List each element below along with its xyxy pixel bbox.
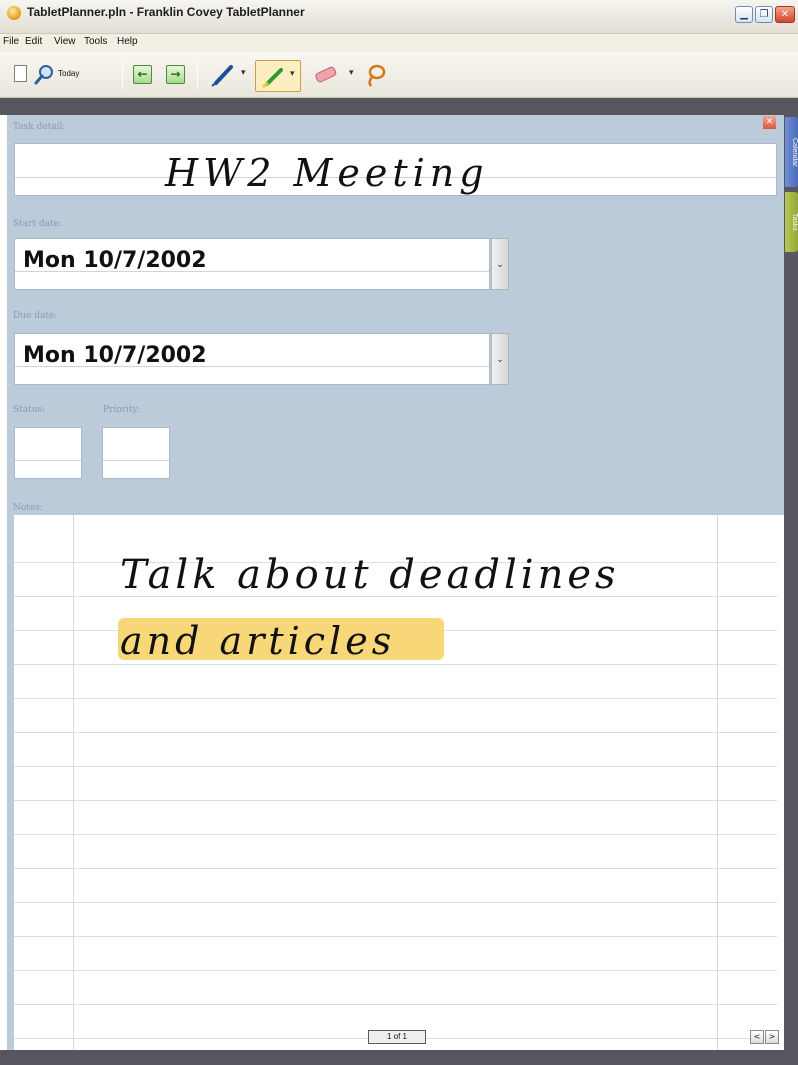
app-icon	[7, 6, 21, 20]
toolbar: Today ← → ▾ ▾ ▾	[0, 52, 798, 98]
start-date-label: Start date:	[13, 219, 63, 229]
previous-button[interactable]: ←	[133, 65, 152, 84]
task-detail-ink-text: HW2 Meeting	[164, 151, 489, 195]
new-page-icon[interactable]	[14, 65, 27, 82]
toolbar-separator	[122, 60, 123, 90]
due-date-value: Mon 10/7/2002	[23, 343, 207, 368]
side-tab-calendar[interactable]: Calendar	[785, 117, 798, 187]
menu-bar: File Edit View Tools Help	[0, 34, 798, 52]
maximize-button[interactable]: ❐	[755, 6, 773, 23]
notes-right-margin	[717, 515, 718, 1050]
lasso-icon[interactable]	[362, 62, 388, 88]
highlighter-icon	[262, 68, 283, 89]
due-date-dropdown[interactable]: ⌄	[491, 333, 509, 385]
title-bar: TabletPlanner.pln - Franklin Covey Table…	[0, 0, 798, 34]
close-button[interactable]: ✕	[775, 6, 795, 23]
highlighter-tool[interactable]: ▾	[255, 60, 301, 92]
next-button[interactable]: →	[166, 65, 185, 84]
side-tab-tasks-label: Tasks	[791, 213, 798, 231]
eraser-icon[interactable]	[312, 64, 340, 86]
notes-left-margin	[73, 515, 74, 1050]
priority-field[interactable]	[102, 427, 170, 479]
eraser-dropdown[interactable]: ▾	[349, 68, 354, 78]
pen-icon[interactable]	[210, 62, 236, 88]
page-next-button[interactable]: >	[765, 1030, 779, 1044]
notes-label: Notes:	[13, 503, 43, 513]
today-button[interactable]: Today	[58, 69, 79, 78]
start-date-field[interactable]: Mon 10/7/2002	[14, 238, 490, 290]
due-date-label: Due date:	[13, 311, 58, 321]
workspace-header	[0, 98, 798, 115]
side-tab-strip	[784, 115, 798, 1065]
find-icon[interactable]	[34, 64, 54, 86]
notes-ink-line-1: Talk about deadlines	[120, 552, 620, 598]
status-field[interactable]	[14, 427, 82, 479]
notes-ink: Talk about deadlines and articles	[118, 552, 620, 663]
side-tab-tasks[interactable]: Tasks	[785, 192, 798, 252]
start-date-dropdown[interactable]: ⌄	[491, 238, 509, 290]
highlighter-dropdown[interactable]: ▾	[290, 69, 295, 79]
page-prev-button[interactable]: <	[750, 1030, 764, 1044]
menu-tools[interactable]: Tools	[84, 36, 107, 47]
notes-border	[7, 515, 14, 1050]
priority-label: Priority:	[103, 405, 141, 415]
due-date-field[interactable]: Mon 10/7/2002	[14, 333, 490, 385]
task-detail-label: Task detail:	[13, 122, 66, 132]
task-detail-ink: HW2 Meeting	[164, 151, 489, 195]
menu-help[interactable]: Help	[117, 36, 138, 47]
side-tab-calendar-label: Calendar	[791, 137, 798, 167]
minimize-button[interactable]: ▁	[735, 6, 753, 23]
menu-file[interactable]: File	[3, 36, 19, 47]
start-date-value: Mon 10/7/2002	[23, 248, 207, 273]
page-indicator: 1 of 1	[368, 1030, 426, 1044]
menu-edit[interactable]: Edit	[25, 36, 42, 47]
pen-dropdown[interactable]: ▾	[241, 68, 246, 78]
task-detail-ink-field[interactable]: HW2 Meeting	[14, 143, 777, 196]
window-title: TabletPlanner.pln - Franklin Covey Table…	[27, 5, 305, 19]
toolbar-separator	[197, 60, 198, 90]
menu-view[interactable]: View	[54, 36, 76, 47]
status-label: Status:	[13, 405, 46, 415]
bottom-frame	[0, 1050, 798, 1065]
notes-ink-line-2: and articles	[120, 619, 395, 663]
panel-close-button[interactable]: ✕	[763, 116, 776, 129]
